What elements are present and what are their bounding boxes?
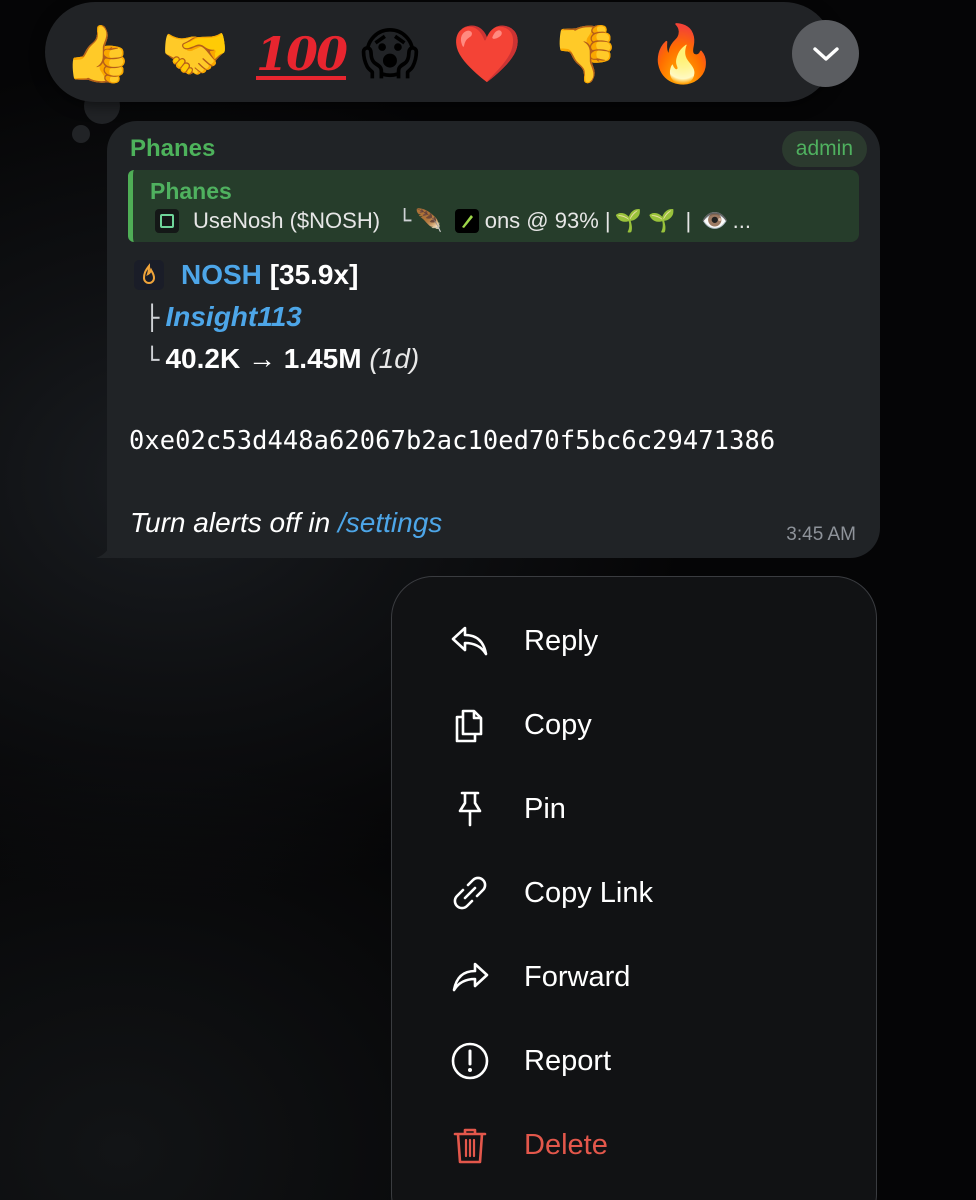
reaction-bar: 👍 🤝 100 😱 ❤️ 👎 🔥 — [45, 2, 859, 102]
report-icon — [451, 1042, 489, 1080]
menu-item-reply[interactable]: Reply — [392, 599, 876, 683]
ticker-link[interactable]: NOSH — [181, 259, 262, 290]
token-icon — [134, 260, 164, 290]
qr-code-icon — [155, 209, 179, 233]
contract-address[interactable]: 0xe02c53d448a62067b2ac10ed70f5bc6c294713… — [129, 425, 775, 455]
message-time: 3:45 AM — [786, 524, 856, 545]
feather-icon: 🪶 — [415, 208, 443, 233]
footer-prefix: Turn alerts off in — [130, 507, 331, 538]
seedling-icon: 🌱 🌱 — [614, 208, 676, 233]
menu-label-forward: Forward — [524, 961, 631, 993]
menu-item-delete[interactable]: Delete — [392, 1103, 876, 1187]
sender-name[interactable]: Phanes — [130, 135, 215, 163]
reply-icon — [451, 626, 488, 656]
menu-item-report[interactable]: Report — [392, 1019, 876, 1103]
menu-item-copy-link[interactable]: Copy Link — [392, 851, 876, 935]
quote-tree-glyph: └ — [398, 208, 412, 234]
menu-label-delete: Delete — [524, 1129, 608, 1161]
multiplier: [35.9x] — [269, 259, 359, 290]
reply-quote[interactable]: Phanes UseNosh ($NOSH) └ 🪶 ons @ 93% | 🌱… — [128, 170, 859, 242]
mcap-change: 40.2K → 1.45M — [165, 343, 362, 374]
menu-label-copy-link: Copy Link — [524, 877, 653, 909]
reaction-hundred-points[interactable]: 100 — [256, 18, 348, 90]
quote-sender-name: Phanes — [150, 178, 232, 204]
reaction-thumbs-up[interactable]: 👍 — [62, 18, 134, 90]
pin-icon — [458, 791, 482, 827]
reaction-scream[interactable]: 😱 — [354, 18, 426, 90]
tree-branch-glyph: ├ — [145, 304, 160, 332]
menu-item-copy[interactable]: Copy — [392, 683, 876, 767]
chevron-down-icon — [812, 46, 839, 61]
menu-label-pin: Pin — [524, 793, 566, 825]
forward-icon — [452, 962, 489, 992]
copy-icon — [455, 709, 483, 743]
eye-icon: 👁️ — [701, 208, 729, 233]
trash-icon — [453, 1128, 487, 1164]
ticker-line: NOSH [35.9x] — [181, 259, 358, 291]
mcap-line: └ 40.2K → 1.45M (1d) — [145, 343, 419, 375]
reaction-fire[interactable]: 🔥 — [646, 18, 718, 90]
menu-item-pin[interactable]: Pin — [392, 767, 876, 851]
pen-icon — [454, 209, 479, 233]
message-bubble[interactable]: Phanes admin Phanes UseNosh ($NOSH) └ 🪶 … — [107, 121, 880, 558]
caller-handle-link[interactable]: Insight113 — [165, 301, 301, 332]
reaction-red-heart[interactable]: ❤️ — [451, 18, 523, 90]
reaction-thumbs-down[interactable]: 👎 — [549, 18, 621, 90]
caller-line: ├ Insight113 — [145, 301, 302, 333]
quote-ellipsis: ... — [732, 208, 751, 233]
tree-end-glyph: └ — [145, 346, 160, 374]
link-icon — [453, 876, 487, 910]
settings-link[interactable]: /settings — [338, 507, 442, 538]
admin-badge: admin — [781, 131, 867, 167]
quote-text-start: UseNosh ($NOSH) — [193, 208, 381, 233]
quote-text-mid: ons @ 93% | — [484, 208, 611, 233]
quote-text: UseNosh ($NOSH) └ 🪶 ons @ 93% | 🌱 🌱 | 👁️… — [155, 208, 855, 234]
menu-label-copy: Copy — [524, 709, 592, 741]
reaction-bar-tail-small — [72, 125, 90, 143]
menu-label-reply: Reply — [524, 625, 599, 657]
reaction-handshake[interactable]: 🤝 — [159, 18, 231, 90]
period: (1d) — [369, 343, 420, 374]
menu-item-forward[interactable]: Forward — [392, 935, 876, 1019]
chat-screen: 👍 🤝 100 😱 ❤️ 👎 🔥 Phanes admin Phanes Use… — [0, 0, 976, 1200]
quote-separator: | — [685, 208, 692, 233]
expand-reactions-button[interactable] — [792, 20, 859, 87]
context-menu: Reply Copy Pin Copy Link Forward Report … — [391, 576, 877, 1200]
menu-label-report: Report — [524, 1045, 612, 1077]
footer-text: Turn alerts off in /settings — [130, 507, 442, 539]
